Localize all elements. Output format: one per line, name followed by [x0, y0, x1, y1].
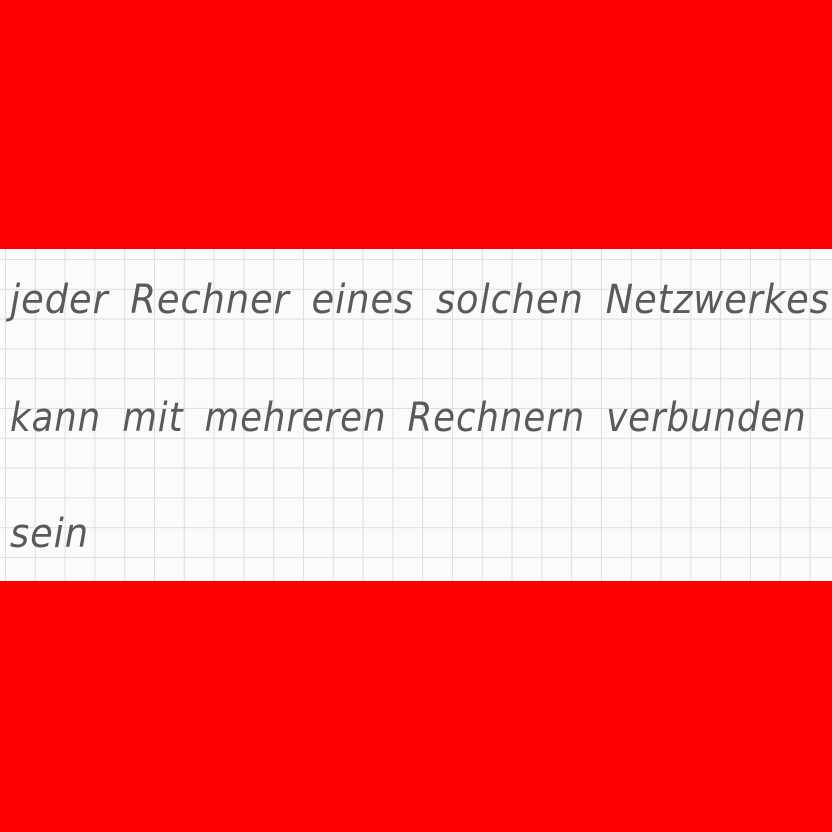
grid-paper-strip: jeder Rechner eines solchen Netzwerkes k…	[0, 249, 832, 581]
bottom-red-band	[0, 581, 832, 832]
handwritten-line-3: sein	[10, 511, 90, 557]
handwritten-line-2: kann mit mehreren Rechnern verbunden	[10, 395, 807, 441]
top-red-band	[0, 0, 832, 249]
handwritten-line-1: jeder Rechner eines solchen Netzwerkes	[10, 277, 830, 323]
image-canvas: jeder Rechner eines solchen Netzwerkes k…	[0, 0, 832, 832]
